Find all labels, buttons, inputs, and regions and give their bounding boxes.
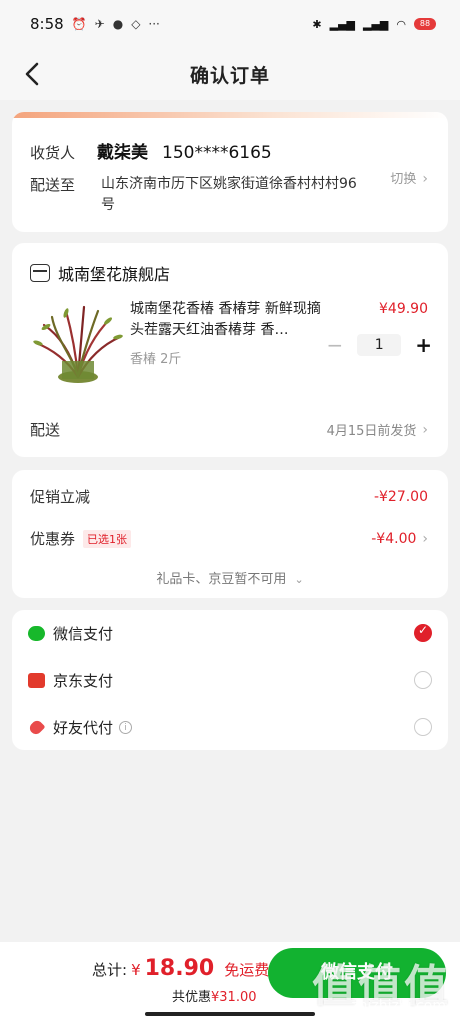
discount-value: -¥27.00 [373,488,428,505]
alarm-icon: ⏰ [71,17,87,31]
gift-card-note[interactable]: 礼品卡、京豆暂不可用 ⌄ [12,568,448,587]
payment-option-jd[interactable]: 京东支付 [28,665,432,695]
chevron-right-icon: › [422,530,428,547]
chevron-left-icon [25,62,39,86]
product-price: ¥49.90 [379,301,428,317]
coupon-label: 优惠券 [30,530,76,548]
notification-icon: ◇ [131,17,141,31]
decrease-quantity-button[interactable]: − [326,333,343,357]
saved-amount: 共优惠¥31.00 [172,986,257,1005]
switch-address-button[interactable]: 切换 › [390,168,428,187]
jd-pay-icon [28,672,45,688]
payment-option-friend[interactable]: 好友代付 i [27,712,432,742]
radio-selected[interactable] [414,623,432,642]
radio-unselected[interactable] [414,718,432,736]
deliver-to-label: 配送至 [30,176,76,194]
chevron-right-icon: › [422,171,428,187]
product-title[interactable]: 城南堡花香椿 香椿芽 新鲜现摘头茬露天红油香椿芽 香… [130,299,330,341]
coupon-row[interactable]: 优惠券 已选1张 -¥4.00 › [30,528,428,549]
quantity-stepper: − 1 + [326,333,432,357]
product-spec: 香椿 2斤 [130,352,182,367]
nav-bar: 确认订单 [0,48,460,100]
total-label: 总计: [92,961,128,979]
recipient-label: 收货人 [30,144,76,162]
shop-card: 城南堡花旗舰店 城南堡花香椿 香椿芽 新鲜现摘头茬露天红油香椿芽 香… 香椿 2… [12,243,448,457]
shipping-label: 配送 [30,421,61,439]
gift-note-text: 礼品卡、京豆暂不可用 [156,572,287,587]
payment-option-label: 好友代付 [53,718,114,737]
home-indicator[interactable] [145,1012,315,1016]
shipping-row[interactable]: 配送 4月15日前发货 › [30,419,428,440]
chevron-right-icon: › [422,421,428,438]
wifi-icon: ◠ [396,17,406,31]
coupon-value: -¥4.00 [371,530,417,547]
payment-option-label: 京东支付 [53,671,114,690]
shipping-value: 4月15日前发货 [326,424,417,439]
quantity-input[interactable]: 1 [357,334,402,356]
store-icon [30,264,50,282]
wechat-pay-icon [28,625,45,641]
status-time: 8:58 [30,15,64,33]
back-button[interactable] [18,60,46,88]
payment-methods-card: 微信支付 京东支付 好友代付 i [12,610,448,750]
saved-value: ¥31.00 [211,990,257,1005]
bluetooth-icon: ✱ [312,17,322,31]
watermark-url: zhizhizhi.com [351,998,446,1014]
discount-row: 促销立减 -¥27.00 [30,486,428,507]
recipient-phone: 150****6165 [162,143,272,163]
increase-quantity-button[interactable]: + [415,333,432,357]
address-card[interactable]: 收货人 戴柒美 150****6165 配送至 山东济南市历下区姚家街道徐香村村… [12,112,448,232]
notification-icon: ✈ [94,17,105,31]
battery-icon: 88 [414,18,436,30]
status-bar: 8:58 ⏰ ✈ ● ◇ ··· ✱ ▂▄▆ ▂▄▆ ◠ 88 [0,0,460,48]
toon-sprouts-image [33,305,123,383]
payment-option-label: 微信支付 [53,624,114,643]
recipient-name: 戴柒美 [97,143,149,163]
radio-unselected[interactable] [414,671,432,689]
saved-label: 共优惠 [172,990,212,1005]
switch-label: 切换 [390,172,417,187]
more-notifications-icon: ··· [148,17,160,31]
address-stripe [12,112,448,118]
page-title: 确认订单 [189,64,270,87]
shop-name[interactable]: 城南堡花旗舰店 [58,261,170,285]
address-text: 山东济南市历下区姚家街道徐香村村村96号 [101,176,357,213]
free-shipping-label: 免运费 [224,961,270,979]
order-total: 总计: ¥ 18.90 免运费 [92,956,269,981]
signal-icon: ▂▄▆ [329,17,355,31]
coupon-tag: 已选1张 [83,529,132,548]
notification-icon: ● [112,17,124,31]
promotions-card: 促销立减 -¥27.00 优惠券 已选1张 -¥4.00 › 礼品卡、京豆暂不可… [12,470,448,598]
info-icon[interactable]: i [119,720,133,734]
payment-option-wechat[interactable]: 微信支付 [28,618,432,648]
total-amount: 18.90 [144,956,215,981]
product-image[interactable] [32,297,124,389]
chevron-down-icon: ⌄ [294,573,304,586]
total-currency: ¥ [131,961,141,979]
heart-icon [27,717,46,737]
discount-label: 促销立减 [30,488,91,506]
signal-icon: ▂▄▆ [363,17,389,31]
